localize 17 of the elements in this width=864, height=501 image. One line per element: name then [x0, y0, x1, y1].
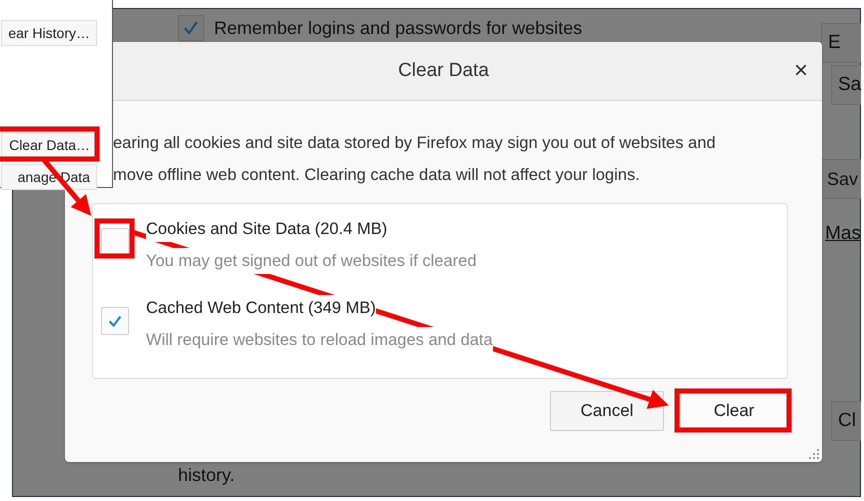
checkbox-label: Remember logins and passwords for websites	[214, 18, 582, 38]
highlight-frame	[94, 218, 134, 258]
resize-grip-icon	[809, 449, 819, 459]
option-hint: Will require websites to reload images and data	[146, 327, 493, 353]
page-button[interactable]: E	[821, 23, 861, 63]
dialog-title: Clear Data	[398, 60, 489, 82]
page-text: history.	[178, 465, 235, 486]
page-button[interactable]: Sav	[821, 159, 861, 199]
page-button[interactable]: Cl	[831, 401, 861, 441]
description-text: earing all cookies and site data stored by Firefox may sign you out of websites and	[113, 133, 717, 154]
close-button[interactable]: ×	[790, 57, 812, 85]
cancel-button[interactable]: Cancel	[550, 391, 664, 431]
description-text: move offline web content. Clearing cache data will not affect your logins.	[113, 165, 641, 186]
checkbox[interactable]	[178, 15, 204, 41]
option-hint: You may get signed out of websites if cleared	[146, 248, 477, 274]
inset-button[interactable]: ear History…	[1, 20, 97, 46]
inset-button[interactable]: Clear Data…	[1, 132, 97, 158]
